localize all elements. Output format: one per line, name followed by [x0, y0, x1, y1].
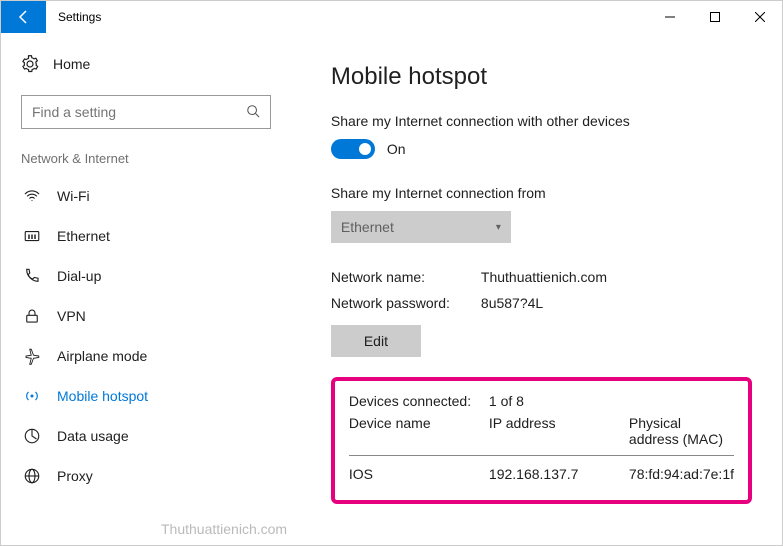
devices-connected-label: Devices connected: — [349, 393, 489, 409]
sidebar-home-label: Home — [53, 56, 90, 72]
minimize-button[interactable] — [647, 1, 692, 33]
share-toggle-state: On — [387, 141, 406, 157]
devices-col-name: Device name — [349, 415, 489, 447]
network-name-value: Thuthuattienich.com — [481, 269, 607, 285]
network-name-label: Network name: — [331, 269, 481, 285]
search-icon — [246, 104, 260, 121]
minimize-icon — [665, 12, 675, 22]
back-button[interactable] — [1, 1, 46, 33]
sidebar-item-label: VPN — [57, 308, 86, 324]
wifi-icon — [23, 187, 41, 205]
gear-icon — [21, 55, 39, 73]
device-ip: 192.168.137.7 — [489, 466, 629, 482]
page-title: Mobile hotspot — [331, 63, 752, 91]
sidebar-item-label: Mobile hotspot — [57, 388, 148, 404]
sidebar-item-proxy[interactable]: Proxy — [21, 456, 271, 496]
watermark: Thuthuattienich.com — [161, 521, 287, 537]
search-input-container[interactable] — [21, 95, 271, 129]
sidebar-home[interactable]: Home — [21, 51, 271, 77]
titlebar: Settings — [1, 1, 782, 33]
maximize-button[interactable] — [692, 1, 737, 33]
airplane-icon — [23, 347, 41, 365]
devices-connected-value: 1 of 8 — [489, 393, 629, 409]
edit-button[interactable]: Edit — [331, 325, 421, 357]
sidebar-item-datausage[interactable]: Data usage — [21, 416, 271, 456]
ethernet-icon — [23, 227, 41, 245]
sidebar-item-ethernet[interactable]: Ethernet — [21, 216, 271, 256]
sidebar-item-label: Wi-Fi — [57, 188, 90, 204]
search-input[interactable] — [32, 104, 246, 120]
network-password-value: 8u587?4L — [481, 295, 543, 311]
sidebar-item-wifi[interactable]: Wi-Fi — [21, 176, 271, 216]
sidebar-item-vpn[interactable]: VPN — [21, 296, 271, 336]
maximize-icon — [710, 12, 720, 22]
devices-divider — [349, 455, 734, 456]
network-password-label: Network password: — [331, 295, 481, 311]
vpn-icon — [23, 307, 41, 325]
share-from-label: Share my Internet connection from — [331, 185, 752, 201]
sidebar-item-label: Ethernet — [57, 228, 110, 244]
sidebar-item-label: Data usage — [57, 428, 129, 444]
share-from-value: Ethernet — [341, 219, 394, 235]
proxy-icon — [23, 467, 41, 485]
close-button[interactable] — [737, 1, 782, 33]
chevron-down-icon: ▾ — [496, 222, 501, 233]
devices-col-mac: Physical address (MAC) — [629, 415, 734, 447]
devices-connected-box: Devices connected: 1 of 8 Device name IP… — [331, 377, 752, 504]
device-name: IOS — [349, 466, 489, 482]
share-toggle[interactable] — [331, 139, 375, 159]
arrow-left-icon — [16, 9, 32, 25]
window-title: Settings — [46, 1, 113, 33]
sidebar-item-label: Dial-up — [57, 268, 101, 284]
device-mac: 78:fd:94:ad:7e:1f — [629, 466, 734, 482]
main-panel: Mobile hotspot Share my Internet connect… — [291, 33, 782, 545]
sidebar-item-hotspot[interactable]: Mobile hotspot — [21, 376, 271, 416]
datausage-icon — [23, 427, 41, 445]
table-row: IOS 192.168.137.7 78:fd:94:ad:7e:1f — [349, 466, 734, 482]
share-from-dropdown[interactable]: Ethernet ▾ — [331, 211, 511, 243]
hotspot-icon — [23, 387, 41, 405]
sidebar-category: Network & Internet — [21, 151, 271, 166]
dialup-icon — [23, 267, 41, 285]
sidebar-item-label: Proxy — [57, 468, 93, 484]
sidebar-item-dialup[interactable]: Dial-up — [21, 256, 271, 296]
sidebar: Home Network & Internet Wi-Fi Ethernet D… — [1, 33, 291, 545]
sidebar-item-airplane[interactable]: Airplane mode — [21, 336, 271, 376]
devices-col-ip: IP address — [489, 415, 629, 447]
share-connection-label: Share my Internet connection with other … — [331, 113, 752, 129]
sidebar-item-label: Airplane mode — [57, 348, 147, 364]
close-icon — [755, 12, 765, 22]
